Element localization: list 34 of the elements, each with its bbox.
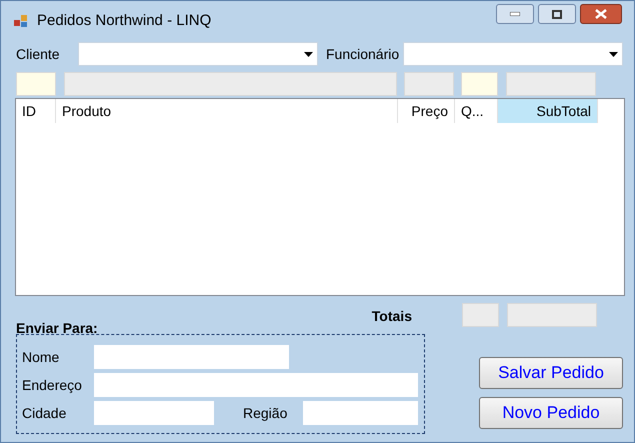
totals-label: Totais [372,307,412,326]
input-field[interactable] [94,401,214,425]
input-field[interactable] [462,303,499,327]
column-header[interactable]: SubTotal [498,99,598,123]
field-label: Região [243,404,288,423]
action-button[interactable]: Salvar Pedido [479,357,623,389]
minimize-button[interactable] [496,4,534,24]
input-field[interactable] [507,303,597,327]
field-label: Cidade [22,404,68,422]
dropdown-field[interactable] [403,42,623,66]
field-label: Nome [22,348,60,366]
field-label: Cliente [16,44,61,64]
input-field[interactable] [303,401,418,425]
dropdown-field[interactable] [78,42,318,66]
caret-icon [609,52,618,56]
maximize-button[interactable] [538,4,576,24]
input-field[interactable] [404,72,454,96]
field-label: Funcionário [326,44,400,64]
window-title: Pedidos Northwind - LINQ [37,10,212,31]
close-icon [595,9,607,19]
input-field[interactable] [64,72,397,96]
maximize-icon [552,10,562,18]
app-icon [13,13,29,29]
input-field[interactable] [461,72,498,96]
section-title: Enviar Para: [16,319,98,338]
input-field[interactable] [94,373,418,397]
caret-icon [304,52,313,56]
minimize-icon [510,12,520,16]
close-button[interactable] [580,4,622,24]
input-field[interactable] [506,72,596,96]
field-label: Endereço [22,376,83,395]
action-button[interactable]: Novo Pedido [479,397,623,429]
input-field[interactable] [94,345,289,369]
input-field[interactable] [16,72,56,96]
